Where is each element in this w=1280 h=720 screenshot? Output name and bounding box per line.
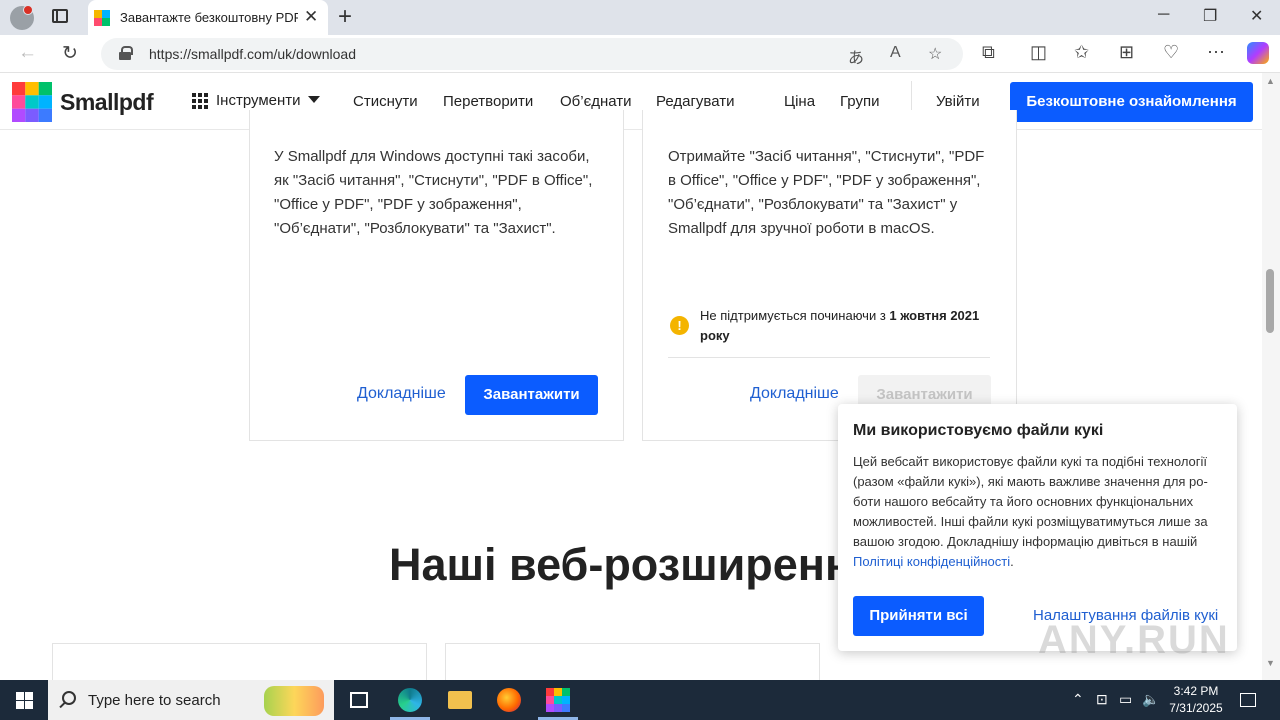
- taskbar-search-placeholder[interactable]: Type here to search: [88, 692, 221, 709]
- browser-toolbar: ← ↻ https://smallpdf.com/uk/download あ A…: [0, 35, 1280, 73]
- nav-merge[interactable]: Об’єднати: [560, 93, 632, 110]
- warning-icon: !: [670, 316, 689, 335]
- url-text[interactable]: https://smallpdf.com/uk/download: [149, 46, 356, 62]
- tab-title: Завантажте безкоштовну PDF-пр: [120, 10, 298, 25]
- nav-pricing[interactable]: Ціна: [784, 93, 815, 110]
- tab-close-icon[interactable]: ✕: [304, 7, 318, 27]
- tools-grid-icon[interactable]: [192, 93, 208, 109]
- tools-menu[interactable]: Інструменти: [216, 92, 301, 109]
- mac-learn-more-link[interactable]: Докладніше: [750, 385, 839, 403]
- windows-taskbar: Type here to search ⌃ ⊡ ▭ 🔈 3:42 PM 7/31…: [0, 680, 1280, 720]
- split-screen-icon[interactable]: ◫: [1030, 42, 1047, 63]
- privacy-policy-link[interactable]: Політиці конфіденційності: [853, 554, 1010, 569]
- restore-icon[interactable]: ❐: [1203, 6, 1217, 26]
- firefox-icon[interactable]: [497, 688, 521, 712]
- cookie-title: Ми використовуємо файли кукі: [853, 422, 1104, 439]
- logo-text[interactable]: Smallpdf: [60, 89, 154, 116]
- refresh-icon[interactable]: ↻: [62, 42, 78, 65]
- taskbar-search[interactable]: Type here to search: [48, 680, 334, 720]
- nav-edit[interactable]: Редагувати: [656, 93, 735, 110]
- address-bar[interactable]: https://smallpdf.com/uk/download あ A ☆: [101, 38, 963, 70]
- windows-card-description: У Smallpdf для Windows доступні такі зас…: [274, 148, 593, 237]
- windows-learn-more-link[interactable]: Докладніше: [357, 385, 446, 403]
- cookie-body-text: Цей вебсайт використовує файли кукі та п…: [853, 454, 1208, 549]
- copilot-icon[interactable]: [1247, 42, 1269, 64]
- warning-prefix: Не підтримується починаючи з: [700, 308, 890, 323]
- smallpdf-taskbar-icon[interactable]: [546, 688, 570, 712]
- volume-icon[interactable]: 🔈: [1142, 691, 1159, 708]
- mac-card-description: Отримайте "Засіб читання", "Стиснути", "…: [668, 148, 985, 237]
- nav-compress[interactable]: Стиснути: [353, 93, 418, 110]
- cookie-body-period: .: [1010, 554, 1014, 569]
- search-icon: [62, 691, 76, 705]
- nav-convert[interactable]: Перетворити: [443, 93, 533, 110]
- read-aloud-icon[interactable]: A: [890, 44, 901, 62]
- back-icon[interactable]: ←: [18, 42, 37, 64]
- network-icon[interactable]: ▭: [1119, 691, 1132, 708]
- more-menu-icon[interactable]: ⋯: [1207, 42, 1225, 63]
- profile-avatar-icon[interactable]: [10, 5, 34, 30]
- search-highlight-image: [264, 686, 324, 716]
- windows-download-button[interactable]: Завантажити: [465, 375, 598, 415]
- browser-tab-bar: Завантажте безкоштовну PDF-пр ✕ + ─ ❐ ✕: [0, 0, 1280, 35]
- extension-card: [445, 643, 820, 683]
- file-explorer-icon[interactable]: [448, 691, 472, 709]
- show-hidden-icons-icon[interactable]: ⌃: [1072, 691, 1084, 708]
- scrollbar-thumb[interactable]: [1266, 269, 1274, 333]
- lock-icon[interactable]: [119, 46, 133, 60]
- browser-tab-active[interactable]: Завантажте безкоштовну PDF-пр ✕: [88, 0, 328, 35]
- accept-all-cookies-button[interactable]: Прийняти всі: [853, 596, 984, 636]
- new-tab-icon[interactable]: +: [338, 3, 352, 31]
- tab-actions-icon[interactable]: [52, 9, 68, 23]
- section-title: Наші веб-розширення: [389, 539, 879, 590]
- anyrun-watermark: ANY.RUN: [1038, 618, 1230, 662]
- clock-date: 7/31/2025: [1169, 701, 1223, 715]
- network-device-icon[interactable]: ⊡: [1096, 691, 1108, 708]
- cookie-consent-dialog: Ми використовуємо файли кукі Цей вебсайт…: [838, 404, 1237, 651]
- nav-teams[interactable]: Групи: [840, 93, 879, 110]
- favorite-star-icon[interactable]: ☆: [928, 44, 942, 64]
- task-view-icon[interactable]: [350, 692, 368, 708]
- extension-card: [52, 643, 427, 683]
- scroll-down-icon[interactable]: ▼: [1266, 658, 1275, 668]
- divider: [668, 357, 990, 358]
- clock-time: 3:42 PM: [1173, 684, 1219, 698]
- mac-unsupported-notice: Не підтримується починаючи з 1 жовтня 20…: [700, 306, 992, 346]
- chevron-down-icon[interactable]: [308, 96, 320, 103]
- extensions-icon[interactable]: ⧉: [982, 42, 995, 63]
- login-link[interactable]: Увійти: [936, 93, 980, 110]
- edge-taskbar-icon[interactable]: [398, 688, 422, 712]
- cookie-body: Цей вебсайт використовує файли кукі та п…: [853, 452, 1223, 572]
- smallpdf-favicon-icon: [94, 10, 110, 26]
- page-scrollbar[interactable]: ▲ ▼: [1262, 73, 1280, 680]
- collections-icon[interactable]: ⊞: [1119, 42, 1134, 63]
- scroll-up-icon[interactable]: ▲: [1266, 76, 1275, 86]
- browser-essentials-icon[interactable]: ♡: [1163, 42, 1179, 63]
- site-header: Smallpdf Інструменти Стиснути Перетворит…: [0, 73, 1262, 130]
- taskbar-clock[interactable]: 3:42 PM 7/31/2025: [1164, 683, 1228, 717]
- translate-icon[interactable]: あ: [848, 44, 864, 68]
- minimize-icon[interactable]: ─: [1158, 6, 1169, 24]
- close-window-icon[interactable]: ✕: [1250, 6, 1263, 26]
- free-trial-button[interactable]: Безкоштовне ознайомлення: [1010, 82, 1253, 122]
- smallpdf-logo-icon[interactable]: [12, 82, 52, 122]
- windows-start-icon[interactable]: [16, 692, 33, 709]
- notifications-icon[interactable]: [1240, 693, 1256, 707]
- favorites-icon[interactable]: ✩: [1074, 42, 1089, 63]
